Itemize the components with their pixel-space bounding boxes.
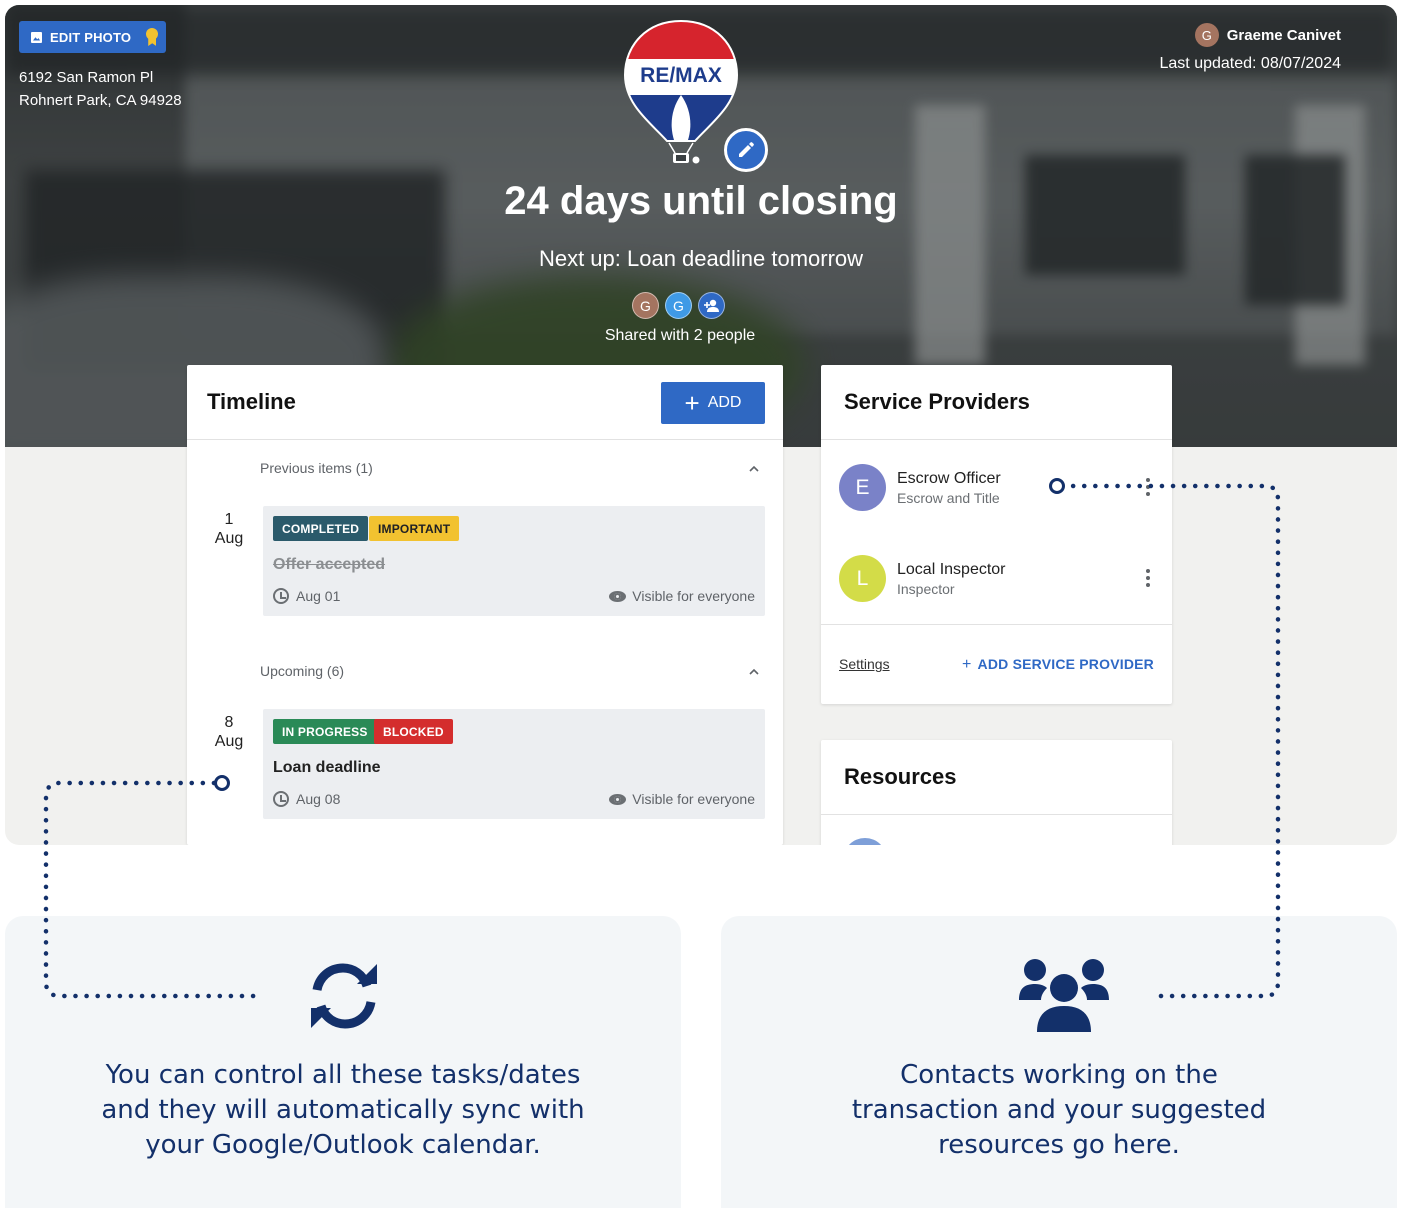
app-screenshot: EDIT PHOTO 6192 San Ramon Pl Rohnert Par… <box>5 5 1397 845</box>
add-label: ADD <box>707 394 742 411</box>
event-date: Aug 01 <box>273 588 340 604</box>
avatar: E <box>839 464 886 511</box>
timeline-title: Timeline <box>207 389 296 414</box>
info-line: transaction and your suggested <box>851 1095 1267 1125</box>
provider-escrow-officer[interactable]: E Escrow Officer Escrow and Title <box>839 464 1001 511</box>
chevron-up-icon[interactable] <box>749 667 759 677</box>
edit-photo-button[interactable]: EDIT PHOTO <box>19 21 166 53</box>
event-title: Offer accepted <box>273 556 386 573</box>
add-person-icon <box>704 299 719 312</box>
sync-icon <box>311 963 377 1029</box>
more-vert-icon[interactable] <box>1146 569 1150 587</box>
add-service-provider-label: ADD SERVICE PROVIDER <box>977 656 1154 672</box>
plus-icon: + <box>684 388 700 418</box>
add-person-button[interactable] <box>698 292 725 319</box>
user-avatar: G <box>1194 23 1219 47</box>
shared-with-text[interactable]: Shared with 2 people <box>5 327 1355 345</box>
eye-icon <box>609 793 627 805</box>
logo-text: RE/MAX <box>640 64 722 87</box>
event-date: Aug 08 <box>273 791 340 807</box>
status-badge-important: IMPORTANT <box>369 516 460 541</box>
user-chip[interactable]: G Graeme Canivet <box>1194 23 1341 47</box>
provider-local-inspector[interactable]: L Local Inspector Inspector <box>839 555 1006 602</box>
eye-icon <box>609 590 627 602</box>
timeline-event-loan[interactable]: IN PROGRESS BLOCKED Loan deadline Aug 08… <box>263 709 765 819</box>
plus-icon: + <box>962 656 972 673</box>
award-icon <box>145 28 159 46</box>
event-date-text: Aug 01 <box>296 588 341 604</box>
add-service-provider-button[interactable]: + ADD SERVICE PROVIDER <box>962 656 1154 674</box>
people-icon <box>1019 959 1109 1032</box>
event-date-badge: 8 Aug <box>205 713 253 751</box>
provider-name: Local Inspector <box>897 560 1006 578</box>
shared-avatar-1[interactable]: G <box>632 292 659 319</box>
service-providers-title: Service Providers <box>844 389 1030 414</box>
event-date-text: Aug 08 <box>296 791 341 807</box>
timeline-panel: Timeline + ADD Previous items (1) 1 Aug … <box>187 365 783 845</box>
user-name: Graeme Canivet <box>1226 26 1341 44</box>
event-day: 1 <box>224 511 234 528</box>
info-line: Contacts working on the <box>900 1060 1218 1090</box>
last-updated: Last updated: 08/07/2024 <box>1159 55 1342 72</box>
event-date-badge: 1 Aug <box>205 510 253 548</box>
closing-countdown: 24 days until closing <box>504 179 898 223</box>
status-badge-in-progress: IN PROGRESS <box>273 719 377 744</box>
shared-avatar-2[interactable]: G <box>665 292 692 319</box>
info-line: resources go here. <box>938 1130 1180 1160</box>
calendar-sync-text: You can control all these tasks/dates an… <box>5 1058 681 1163</box>
address-line2: Rohnert Park, CA 94928 <box>19 92 182 109</box>
next-up-text: Next up: Loan deadline tomorrow <box>538 246 864 271</box>
image-icon <box>31 31 42 43</box>
status-badge-completed: COMPLETED <box>273 516 369 541</box>
info-line: your Google/Outlook calendar. <box>145 1130 541 1160</box>
contacts-text: Contacts working on the transaction and … <box>721 1058 1397 1163</box>
provider-role: Inspector <box>897 580 955 597</box>
pencil-icon <box>739 142 754 157</box>
timeline-event-offer[interactable]: COMPLETED IMPORTANT Offer accepted Aug 0… <box>263 506 765 616</box>
chevron-up-icon[interactable] <box>749 464 759 474</box>
property-address: 6192 San Ramon Pl Rohnert Park, CA 94928 <box>19 66 182 112</box>
event-visibility: Visible for everyone <box>609 791 755 807</box>
add-timeline-button[interactable]: + ADD <box>661 382 765 424</box>
resources-title: Resources <box>844 764 957 789</box>
contacts-card: Contacts working on the transaction and … <box>721 916 1397 1208</box>
upcoming-label[interactable]: Upcoming (6) <box>260 663 344 679</box>
event-month: Aug <box>214 733 244 750</box>
service-providers-panel: Service Providers E Escrow Officer Escro… <box>821 365 1172 704</box>
event-visibility: Visible for everyone <box>609 588 755 604</box>
provider-name: Escrow Officer <box>897 469 1001 487</box>
address-line1: 6192 San Ramon Pl <box>19 69 154 86</box>
edit-logo-button[interactable] <box>724 128 768 172</box>
clock-icon <box>273 791 289 807</box>
previous-items-label[interactable]: Previous items (1) <box>260 460 373 476</box>
provider-role: Escrow and Title <box>897 489 1000 506</box>
settings-link[interactable]: Settings <box>839 656 890 672</box>
status-badge-blocked: BLOCKED <box>374 719 453 744</box>
event-month: Aug <box>214 530 244 547</box>
resources-panel: Resources <box>821 740 1172 845</box>
calendar-sync-card: You can control all these tasks/dates an… <box>5 916 681 1208</box>
shared-avatars[interactable]: G G <box>632 292 725 319</box>
more-vert-icon[interactable] <box>1146 478 1150 496</box>
avatar: L <box>839 555 886 602</box>
edit-photo-label: EDIT PHOTO <box>50 29 132 45</box>
event-title: Loan deadline <box>273 759 381 776</box>
event-visibility-text: Visible for everyone <box>632 791 755 807</box>
info-line: You can control all these tasks/dates <box>105 1060 581 1090</box>
avatar <box>843 838 887 845</box>
remax-balloon-logo: RE/MAX <box>623 19 739 164</box>
event-visibility-text: Visible for everyone <box>632 588 755 604</box>
clock-icon <box>273 588 289 604</box>
event-day: 8 <box>224 714 234 731</box>
info-line: and they will automatically sync with <box>101 1095 585 1125</box>
